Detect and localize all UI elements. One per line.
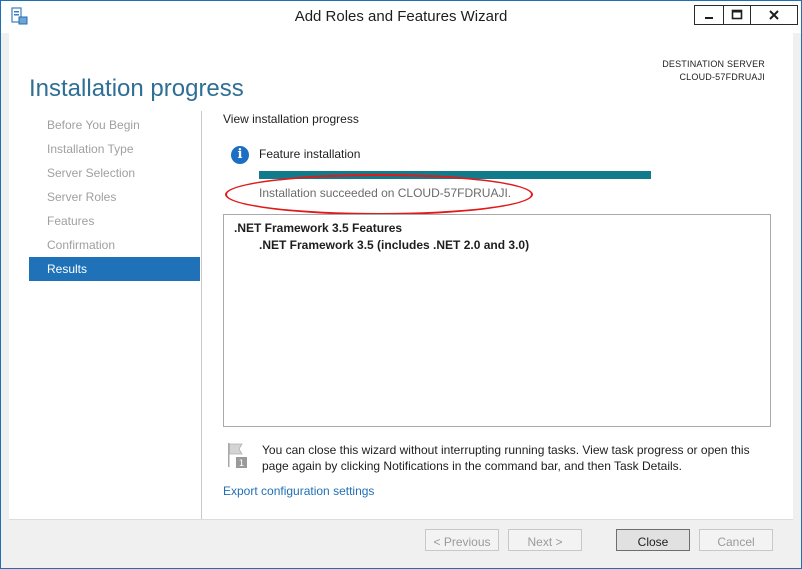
title-bar[interactable]: Add Roles and Features Wizard <box>1 1 801 33</box>
wizard-window: Add Roles and Features Wizard Installati… <box>0 0 802 569</box>
view-progress-label: View installation progress <box>223 112 359 126</box>
installation-results-list[interactable]: .NET Framework 3.5 Features .NET Framewo… <box>223 214 771 427</box>
installation-progress-bar <box>259 171 651 179</box>
installation-status-text: Installation succeeded on CLOUD-57FDRUAJ… <box>259 186 512 200</box>
wizard-steps-nav: Before You Begin Installation Type Serve… <box>29 113 200 281</box>
maximize-icon <box>731 9 743 20</box>
destination-server-name: CLOUD-57FDRUAJI <box>679 72 765 82</box>
feature-installation-label: Feature installation <box>259 147 361 161</box>
close-wizard-note: You can close this wizard without interr… <box>262 443 750 473</box>
close-button[interactable]: Close <box>616 529 690 551</box>
step-before-you-begin[interactable]: Before You Begin <box>29 113 200 137</box>
result-subitem: .NET Framework 3.5 (includes .NET 2.0 an… <box>259 238 530 252</box>
previous-button[interactable]: < Previous <box>425 529 499 551</box>
step-installation-type[interactable]: Installation Type <box>29 137 200 161</box>
minimize-icon <box>705 17 713 19</box>
wizard-content: Installation progress DESTINATION SERVER… <box>9 33 793 562</box>
step-features[interactable]: Features <box>29 209 200 233</box>
step-confirmation[interactable]: Confirmation <box>29 233 200 257</box>
result-item: .NET Framework 3.5 Features <box>234 221 403 235</box>
nav-divider <box>201 111 202 521</box>
step-server-roles[interactable]: Server Roles <box>29 185 200 209</box>
close-icon <box>769 10 779 20</box>
destination-server-label: DESTINATION SERVER <box>662 59 765 69</box>
close-window-button[interactable] <box>750 5 798 25</box>
wizard-footer: < Previous Next > Close Cancel <box>9 519 793 562</box>
progress-bar-fill <box>259 171 651 179</box>
cancel-button[interactable]: Cancel <box>699 529 773 551</box>
info-icon: i <box>231 146 249 164</box>
step-results[interactable]: Results <box>29 257 200 281</box>
export-configuration-link[interactable]: Export configuration settings <box>223 484 374 498</box>
next-button[interactable]: Next > <box>508 529 582 551</box>
maximize-button[interactable] <box>723 5 751 25</box>
svg-text:1: 1 <box>239 459 245 469</box>
notification-flag-icon: 1 <box>228 443 247 469</box>
minimize-button[interactable] <box>694 5 724 25</box>
page-title: Installation progress <box>29 75 244 103</box>
window-title: Add Roles and Features Wizard <box>294 8 508 25</box>
step-server-selection[interactable]: Server Selection <box>29 161 200 185</box>
